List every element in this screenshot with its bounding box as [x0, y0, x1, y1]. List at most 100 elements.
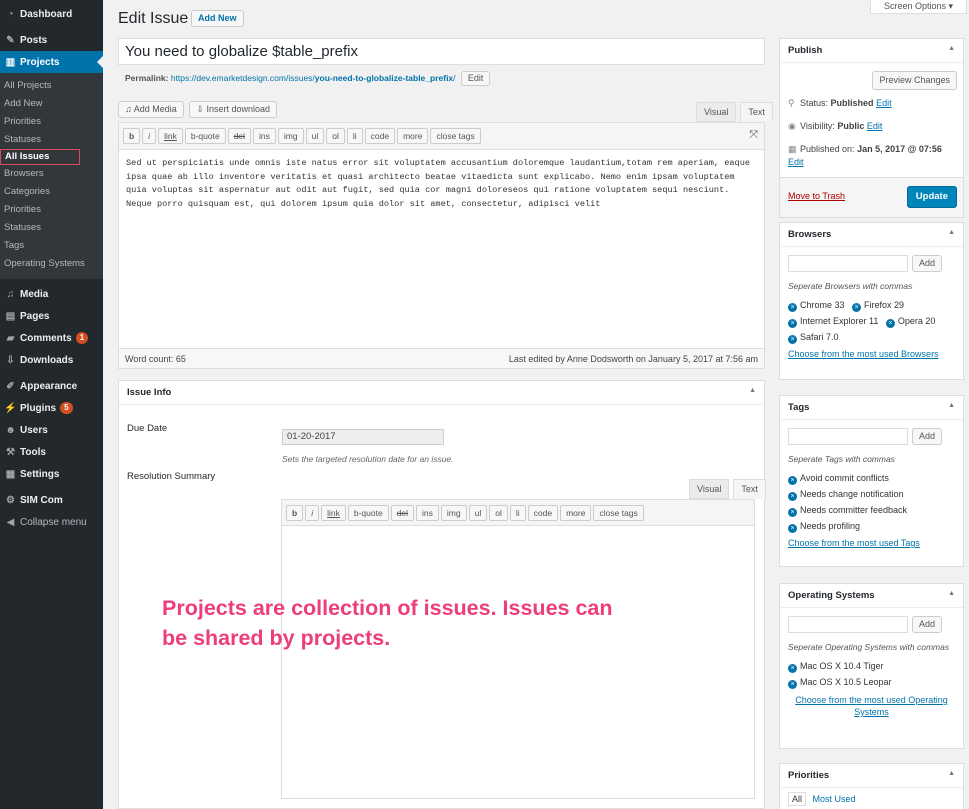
menu-sim-com[interactable]: ⚙ SIM Com [0, 489, 103, 511]
menu-dashboard[interactable]: ◔ Dashboard [0, 3, 103, 25]
submenu-add-new[interactable]: Add New [0, 95, 103, 113]
submenu-browsers[interactable]: Browsers [0, 165, 103, 183]
remove-tag-icon[interactable]: × [788, 476, 797, 485]
menu-comments[interactable]: ▰ Comments 1 [0, 327, 103, 349]
res-qt-close-tags-button[interactable]: close tags [593, 504, 644, 521]
menu-posts[interactable]: ✎ Posts [0, 29, 103, 51]
submenu-statuses[interactable]: Statuses [0, 131, 103, 149]
permalink-link[interactable]: https://dev.emarketdesign.com/issues/you… [171, 73, 456, 83]
res-qt-img-button[interactable]: img [440, 504, 467, 521]
menu-projects[interactable]: ▥ Projects [0, 51, 103, 73]
remove-tag-icon[interactable]: × [852, 303, 862, 312]
qt-bquote-button[interactable]: b-quote [184, 128, 226, 144]
priorities-tab-all[interactable]: All [788, 792, 807, 806]
tags-add-button[interactable]: Add [912, 428, 943, 445]
os-choose-link[interactable]: Choose from the most used Operating Syst… [788, 694, 955, 718]
submenu-operating-systems[interactable]: Operating Systems [0, 255, 103, 273]
res-qt-code-button[interactable]: code [527, 504, 559, 521]
menu-users[interactable]: ☻ Users [0, 419, 103, 441]
title-input[interactable]: You need to globalize $table_prefix [118, 38, 765, 65]
preview-changes-button[interactable]: Preview Changes [872, 71, 957, 90]
fullscreen-icon[interactable]: ⤧ [749, 129, 758, 142]
submenu-issue-statuses[interactable]: Statuses [0, 219, 103, 237]
qt-link-button[interactable]: link [158, 128, 183, 144]
remove-tag-icon[interactable]: × [788, 492, 797, 501]
qt-close-tags-button[interactable]: close tags [430, 128, 481, 144]
res-qt-ul-button[interactable]: ul [468, 504, 488, 521]
qt-code-button[interactable]: code [364, 128, 396, 144]
priorities-tab-most-used[interactable]: Most Used [813, 794, 856, 804]
add-new-button[interactable]: Add New [191, 10, 244, 27]
editor-textarea[interactable]: Sed ut perspiciatis unde omnis iste natu… [119, 150, 764, 348]
browsers-add-button[interactable]: Add [912, 255, 943, 272]
collapse-arrow-icon[interactable]: ▲ [749, 387, 756, 394]
qt-bold-button[interactable]: b [123, 128, 141, 144]
submenu-issue-priorities[interactable]: Priorities [0, 201, 103, 219]
res-qt-ol-button[interactable]: ol [489, 504, 508, 521]
publish-header[interactable]: Publish ▲ [780, 39, 963, 63]
tab-visual[interactable]: Visual [696, 102, 737, 122]
screen-options-button[interactable]: Screen Options ▾ [870, 0, 967, 14]
os-input[interactable] [788, 616, 908, 633]
submenu-tags[interactable]: Tags [0, 237, 103, 255]
os-header[interactable]: Operating Systems ▲ [780, 584, 963, 608]
resolution-tab-text[interactable]: Text [733, 479, 766, 499]
browsers-header[interactable]: Browsers ▲ [780, 223, 963, 247]
tags-input[interactable] [788, 428, 908, 445]
res-qt-li-button[interactable]: li [509, 504, 526, 521]
menu-tools[interactable]: ⚒ Tools [0, 441, 103, 463]
res-qt-bold-button[interactable]: b [286, 504, 304, 521]
qt-ul-button[interactable]: ul [305, 128, 325, 144]
submenu-all-projects[interactable]: All Projects [0, 77, 103, 95]
res-qt-del-button[interactable]: del [390, 504, 415, 521]
remove-tag-icon[interactable]: × [788, 319, 797, 328]
remove-tag-icon[interactable]: × [885, 319, 895, 328]
remove-tag-icon[interactable]: × [788, 508, 797, 517]
res-qt-bquote-button[interactable]: b-quote [347, 504, 389, 521]
qt-ol-button[interactable]: ol [326, 128, 345, 144]
submenu-all-issues[interactable]: All Issues [0, 149, 80, 165]
menu-downloads[interactable]: ⇩ Downloads [0, 349, 103, 371]
update-button[interactable]: Update [906, 186, 957, 208]
qt-img-button[interactable]: img [277, 128, 304, 144]
due-date-input[interactable]: 01-20-2017 [282, 429, 444, 445]
res-qt-ins-button[interactable]: ins [416, 504, 439, 521]
status-edit-link[interactable]: Edit [876, 98, 892, 108]
collapse-arrow-icon[interactable]: ▲ [948, 590, 955, 597]
published-edit-link[interactable]: Edit [788, 157, 804, 167]
res-qt-link-button[interactable]: link [321, 504, 346, 521]
qt-italic-button[interactable]: i [142, 128, 157, 144]
menu-plugins[interactable]: ⚡ Plugins 5 [0, 397, 103, 419]
tab-text[interactable]: Text [740, 102, 773, 122]
move-to-trash-link[interactable]: Move to Trash [788, 191, 845, 201]
browsers-choose-link[interactable]: Choose from the most used Browsers [788, 349, 955, 359]
collapse-arrow-icon[interactable]: ▲ [948, 45, 955, 52]
resolution-textarea[interactable] [282, 526, 754, 796]
collapse-arrow-icon[interactable]: ▲ [948, 770, 955, 777]
collapse-arrow-icon[interactable]: ▲ [948, 229, 955, 236]
res-qt-italic-button[interactable]: i [305, 504, 320, 521]
menu-appearance[interactable]: ✐ Appearance [0, 375, 103, 397]
menu-pages[interactable]: ▤ Pages [0, 305, 103, 327]
insert-download-button[interactable]: ⇩ Insert download [189, 101, 278, 118]
os-add-button[interactable]: Add [912, 616, 943, 633]
qt-more-button[interactable]: more [397, 128, 429, 144]
tags-header[interactable]: Tags ▲ [780, 396, 963, 420]
menu-settings[interactable]: ▦ Settings [0, 463, 103, 485]
menu-media[interactable]: ♫ Media [0, 283, 103, 305]
resolution-tab-visual[interactable]: Visual [689, 479, 730, 499]
priorities-header[interactable]: Priorities ▲ [780, 764, 963, 788]
permalink-edit-button[interactable]: Edit [460, 71, 491, 86]
remove-tag-icon[interactable]: × [788, 303, 797, 312]
collapse-arrow-icon[interactable]: ▲ [948, 402, 955, 409]
qt-del-button[interactable]: del [227, 128, 252, 144]
visibility-edit-link[interactable]: Edit [867, 121, 883, 131]
remove-tag-icon[interactable]: × [788, 524, 797, 533]
res-qt-more-button[interactable]: more [560, 504, 592, 521]
tags-choose-link[interactable]: Choose from the most used Tags [788, 538, 955, 548]
browsers-input[interactable] [788, 255, 908, 272]
issue-info-header[interactable]: Issue Info ▲ [119, 381, 764, 405]
remove-tag-icon[interactable]: × [788, 335, 797, 344]
qt-ins-button[interactable]: ins [253, 128, 276, 144]
submenu-priorities[interactable]: Priorities [0, 113, 103, 131]
